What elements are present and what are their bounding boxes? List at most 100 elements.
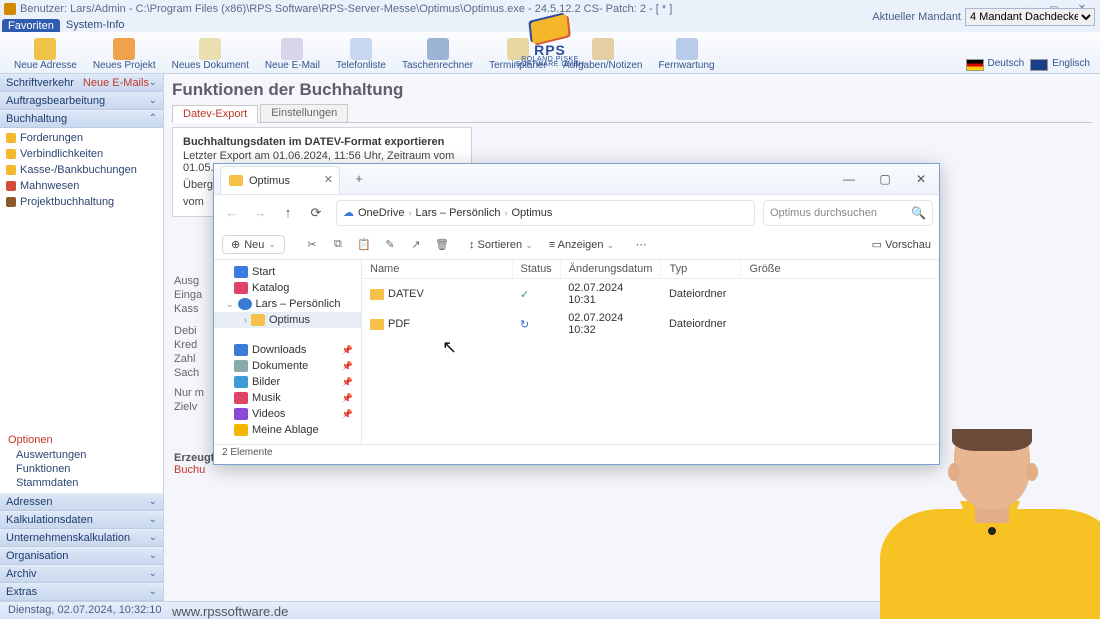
nav-up-button[interactable]: ↑ xyxy=(276,201,300,225)
explorer-minimize[interactable]: — xyxy=(831,165,867,193)
tab-datev-export[interactable]: Datev-Export xyxy=(172,105,258,123)
explorer-close[interactable]: ✕ xyxy=(903,165,939,193)
neue-emails-label: Neue E-Mails xyxy=(83,77,149,89)
nav-refresh-button[interactable]: ⟳ xyxy=(304,201,328,225)
explorer-titlebar[interactable]: Optimus ✕ + — ▢ ✕ xyxy=(214,164,939,194)
sidebar-schriftverkehr[interactable]: Schriftverkehr Neue E-Mails ⌄ xyxy=(0,74,163,92)
sidebar-archiv[interactable]: Archiv⌄ xyxy=(0,565,163,583)
sidebar-auswertungen[interactable]: Auswertungen xyxy=(0,448,163,462)
flag-en-icon[interactable] xyxy=(1030,59,1048,71)
sidebar-forderungen[interactable]: Forderungen xyxy=(0,130,163,146)
music-icon xyxy=(234,392,248,404)
nav-back-button[interactable]: ← xyxy=(220,201,244,225)
remote-icon xyxy=(676,38,698,60)
crumb-lars[interactable]: Lars – Persönlich xyxy=(415,207,500,219)
tree-downloads[interactable]: Downloads📌 xyxy=(214,342,361,358)
sidebar-extras[interactable]: Extras⌄ xyxy=(0,583,163,601)
tab-close-icon[interactable]: ✕ xyxy=(324,173,333,186)
explorer-statusbar: 2 Elemente xyxy=(214,444,939,464)
delete-icon[interactable]: 🗑 xyxy=(431,238,453,251)
sidebar-adressen[interactable]: Adressen⌄ xyxy=(0,493,163,511)
telefonliste-button[interactable]: Telefonliste xyxy=(328,36,394,73)
sidebar-optionen[interactable]: Optionen xyxy=(0,432,163,448)
lang-de[interactable]: Deutsch xyxy=(986,58,1029,71)
col-typ[interactable]: Typ xyxy=(661,260,741,279)
status-datetime: Dienstag, 02.07.2024, 10:32:10 xyxy=(8,604,162,617)
paste-icon[interactable]: 📋 xyxy=(353,238,375,251)
more-icon[interactable]: ⋯ xyxy=(630,238,652,251)
cut-icon[interactable]: ✂ xyxy=(301,238,323,251)
folder-icon xyxy=(251,314,265,326)
menu-favoriten[interactable]: Favoriten xyxy=(2,19,60,32)
sidebar-kassebank[interactable]: Kasse-/Bankbuchungen xyxy=(0,162,163,178)
sidebar-projektbuchhaltung[interactable]: Projektbuchhaltung xyxy=(0,194,163,210)
tree-dokumente[interactable]: Dokumente📌 xyxy=(214,358,361,374)
flag-de-icon[interactable] xyxy=(966,59,984,71)
breadcrumb[interactable]: ☁ OneDrive › Lars – Persönlich › Optimus xyxy=(336,200,755,226)
fernwartung-button[interactable]: Fernwartung xyxy=(650,36,722,73)
sidebar-auftragsbearbeitung[interactable]: Auftragsbearbeitung⌄ xyxy=(0,92,163,110)
col-status[interactable]: Status xyxy=(512,260,560,279)
tree-musik[interactable]: Musik📌 xyxy=(214,390,361,406)
home-icon xyxy=(234,266,248,278)
title-user: Benutzer: Lars/Admin xyxy=(20,3,126,15)
chevron-right-icon: › xyxy=(500,208,511,218)
sidebar-organisation[interactable]: Organisation⌄ xyxy=(0,547,163,565)
share-icon[interactable]: ↗ xyxy=(405,238,427,251)
file-row-pdf[interactable]: PDF ↻ 02.07.2024 10:32 Dateiordner xyxy=(362,309,939,339)
neue-email-button[interactable]: Neue E-Mail xyxy=(257,36,328,73)
crumb-onedrive[interactable]: OneDrive xyxy=(358,207,404,219)
logo-diamond-icon xyxy=(531,14,569,44)
copy-icon[interactable]: ⧉ xyxy=(327,238,349,251)
tree-start[interactable]: Start xyxy=(214,264,361,280)
nav-forward-button[interactable]: → xyxy=(248,201,272,225)
explorer-toolbar: ⊕Neu⌄ ✂ ⧉ 📋 ✎ ↗ 🗑 ↕ Sortieren ⌄ ≡ Anzeig… xyxy=(214,230,939,260)
taschenrechner-button[interactable]: Taschenrechner xyxy=(394,36,481,73)
drive-icon xyxy=(234,424,248,436)
lang-en[interactable]: Englisch xyxy=(1050,58,1094,71)
status-url: www.rpssoftware.de xyxy=(172,604,288,619)
sidebar-stammdaten[interactable]: Stammdaten xyxy=(0,476,163,490)
explorer-search[interactable]: Optimus durchsuchen 🔍 xyxy=(763,200,933,226)
title-version: 24.5.12.2 CS- Patch: 2 - [ * ] xyxy=(535,3,673,15)
tree-lars[interactable]: ⌄Lars – Persönlich xyxy=(214,296,361,312)
documents-icon xyxy=(234,360,248,372)
crumb-optimus[interactable]: Optimus xyxy=(511,207,552,219)
sidebar-kalkulationsdaten[interactable]: Kalkulationsdaten⌄ xyxy=(0,511,163,529)
neue-adresse-button[interactable]: Neue Adresse xyxy=(6,36,85,73)
tree-bilder[interactable]: Bilder📌 xyxy=(214,374,361,390)
tree-katalog[interactable]: Katalog xyxy=(214,280,361,296)
page-heading: Funktionen der Buchhaltung xyxy=(172,80,1092,100)
mandant-select[interactable]: 4 Mandant Dachdecker xyxy=(965,8,1095,26)
sort-button[interactable]: ↕ Sortieren ⌄ xyxy=(469,239,533,251)
calculator-icon xyxy=(427,38,449,60)
plus-icon: ⊕ xyxy=(231,238,240,251)
file-row-datev[interactable]: DATEV ✓ 02.07.2024 10:31 Dateiordner xyxy=(362,279,939,310)
pictures-icon xyxy=(234,376,248,388)
menu-systeminfo[interactable]: System-Info xyxy=(60,19,131,31)
preview-button[interactable]: ▭ Vorschau xyxy=(872,238,931,251)
col-datum[interactable]: Änderungsdatum xyxy=(560,260,661,279)
tab-einstellungen[interactable]: Einstellungen xyxy=(260,104,348,122)
neues-dokument-button[interactable]: Neues Dokument xyxy=(164,36,257,73)
view-button[interactable]: ≡ Anzeigen ⌄ xyxy=(549,239,614,251)
tree-ablage[interactable]: Meine Ablage xyxy=(214,422,361,438)
sidebar-buchhaltung[interactable]: Buchhaltung⌃ xyxy=(0,110,163,128)
vom-label: vom xyxy=(183,196,204,208)
sidebar-mahnwesen[interactable]: Mahnwesen xyxy=(0,178,163,194)
sidebar-funktionen[interactable]: Funktionen xyxy=(0,462,163,476)
rename-icon[interactable]: ✎ xyxy=(379,238,401,251)
sidebar-verbindlichkeiten[interactable]: Verbindlichkeiten xyxy=(0,146,163,162)
col-name[interactable]: Name xyxy=(362,260,512,279)
sidebar-unternehmenskalkulation[interactable]: Unternehmenskalkulation⌄ xyxy=(0,529,163,547)
neues-projekt-button[interactable]: Neues Projekt xyxy=(85,36,164,73)
email-icon xyxy=(281,38,303,60)
new-tab-button[interactable]: + xyxy=(346,168,372,190)
col-groesse[interactable]: Größe xyxy=(741,260,939,279)
chevron-right-icon: › xyxy=(404,208,415,218)
tree-optimus[interactable]: ›Optimus xyxy=(214,312,361,328)
tree-videos[interactable]: Videos📌 xyxy=(214,406,361,422)
explorer-maximize[interactable]: ▢ xyxy=(867,165,903,193)
new-button[interactable]: ⊕Neu⌄ xyxy=(222,235,285,254)
explorer-tab[interactable]: Optimus ✕ xyxy=(220,166,340,194)
